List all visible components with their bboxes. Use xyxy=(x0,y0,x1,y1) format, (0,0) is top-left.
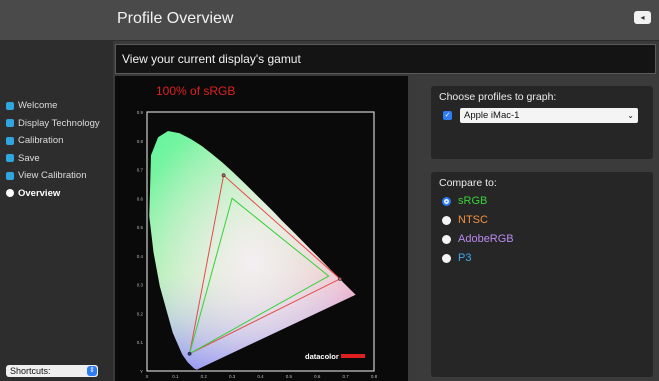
y-tick-label: Y xyxy=(140,369,143,374)
compare-title: Compare to: xyxy=(439,177,497,189)
y-axis-ticks: 0.9 0.8 0.7 0.6 0.5 0.4 0.3 0.2 0.1 Y xyxy=(137,110,144,374)
x-tick-label: 0.5 xyxy=(286,374,293,379)
page-title: Profile Overview xyxy=(117,10,234,27)
radio-icon xyxy=(442,196,451,206)
profiles-panel: Choose profiles to graph: ✓ Apple iMac-1… xyxy=(431,86,653,159)
y-tick-label: 0.7 xyxy=(137,168,144,173)
profile-select[interactable]: Apple iMac-1 ⌄ xyxy=(460,108,638,123)
locus-white-point-glow xyxy=(149,131,356,370)
profile-checkbox[interactable]: ✓ xyxy=(443,111,452,120)
right-pane: Choose profiles to graph: ✓ Apple iMac-1… xyxy=(415,76,659,381)
y-tick-label: 0.3 xyxy=(137,283,144,288)
title-bar: Profile Overview ◂ xyxy=(0,0,659,41)
brand-logo: datacolor xyxy=(305,352,339,361)
x-tick-label: 0.8 xyxy=(371,374,378,379)
step-welcome[interactable]: Welcome xyxy=(6,97,100,115)
compare-option-label: AdobeRGB xyxy=(458,233,514,245)
radio-icon xyxy=(442,215,451,225)
step-status-icon xyxy=(6,171,14,180)
steps-list: Welcome Display Technology Calibration S… xyxy=(6,97,100,202)
compare-panel: Compare to: sRGB NTSC AdobeRGB P3 xyxy=(431,172,653,377)
shortcuts-dropdown[interactable]: Shortcuts: ⇕ xyxy=(6,365,98,377)
step-label: Save xyxy=(18,152,40,164)
back-arrow-icon: ◂ xyxy=(640,13,645,22)
step-label: Display Technology xyxy=(18,117,100,129)
compare-option-ntsc[interactable]: NTSC xyxy=(442,213,488,227)
step-label: Overview xyxy=(18,187,61,199)
y-tick-label: 0.9 xyxy=(137,110,144,115)
compare-option-label: sRGB xyxy=(458,195,488,207)
subheader-title: View your current display's gamut xyxy=(122,52,301,66)
cie-gamut-chart: 0.90.80.70.60.50.40.30.20.1Y X 0.1 0.2 0.3 0… xyxy=(137,110,378,379)
back-button[interactable]: ◂ xyxy=(634,11,651,24)
gamut-primary-point xyxy=(221,173,226,178)
y-tick-label: 0.6 xyxy=(137,196,144,201)
x-tick-label: 0.1 xyxy=(172,374,179,379)
profiles-title: Choose profiles to graph: xyxy=(439,91,557,103)
chevron-down-icon: ⌄ xyxy=(627,111,634,120)
gamut-primary-point xyxy=(338,277,342,281)
spectral-locus xyxy=(149,131,356,370)
y-tick-label: 0.8 xyxy=(137,139,144,144)
step-calibration[interactable]: Calibration xyxy=(6,132,100,150)
step-label: Calibration xyxy=(18,135,64,147)
step-view-calibration[interactable]: View Calibration xyxy=(6,167,100,185)
x-tick-label: 0.2 xyxy=(201,374,208,379)
sidebar: Welcome Display Technology Calibration S… xyxy=(0,41,113,381)
compare-option-p3[interactable]: P3 xyxy=(442,251,471,265)
y-tick-label: 0.2 xyxy=(137,311,144,316)
compare-option-label: P3 xyxy=(458,252,472,264)
step-status-icon xyxy=(6,136,14,145)
x-tick-label: 0.3 xyxy=(229,374,236,379)
step-label: Welcome xyxy=(18,100,58,112)
y-tick-label: 0.4 xyxy=(137,254,144,259)
shortcuts-label: Shortcuts: xyxy=(10,366,51,376)
step-current-icon xyxy=(6,189,14,198)
step-status-icon xyxy=(6,101,14,110)
gamut-chart-panel: 100% of sRGB 0.9 0.8 0.7 0.6 0.5 0.4 0.3 0.2 0.1… xyxy=(115,76,408,381)
x-tick-label: 0.4 xyxy=(257,374,264,379)
y-tick-label: 0.1 xyxy=(137,340,144,345)
profile-select-value: Apple iMac-1 xyxy=(464,110,520,121)
y-tick-label: 0.5 xyxy=(137,225,144,230)
gamut-primary-point xyxy=(187,351,192,356)
step-display-technology[interactable]: Display Technology xyxy=(6,115,100,133)
step-status-icon xyxy=(6,119,14,128)
x-tick-label: 0.7 xyxy=(342,374,349,379)
chevron-updown-icon: ⇕ xyxy=(87,366,97,376)
compare-option-srgb[interactable]: sRGB xyxy=(442,194,487,208)
compare-option-label: NTSC xyxy=(458,214,488,226)
radio-icon xyxy=(442,234,451,244)
x-tick-label: X xyxy=(145,374,148,379)
step-status-icon xyxy=(6,154,14,163)
brand-logo-bar xyxy=(341,354,365,358)
x-tick-label: 0.6 xyxy=(314,374,321,379)
step-label: View Calibration xyxy=(18,170,87,182)
step-save[interactable]: Save xyxy=(6,150,100,168)
compare-option-adobergb[interactable]: AdobeRGB xyxy=(442,232,514,246)
subheader: View your current display's gamut xyxy=(115,44,656,74)
radio-icon xyxy=(442,253,451,263)
step-overview[interactable]: Overview xyxy=(6,185,100,203)
x-axis-ticks: X 0.1 0.2 0.3 0.4 0.5 0.6 0.7 0.8 xyxy=(145,374,377,379)
